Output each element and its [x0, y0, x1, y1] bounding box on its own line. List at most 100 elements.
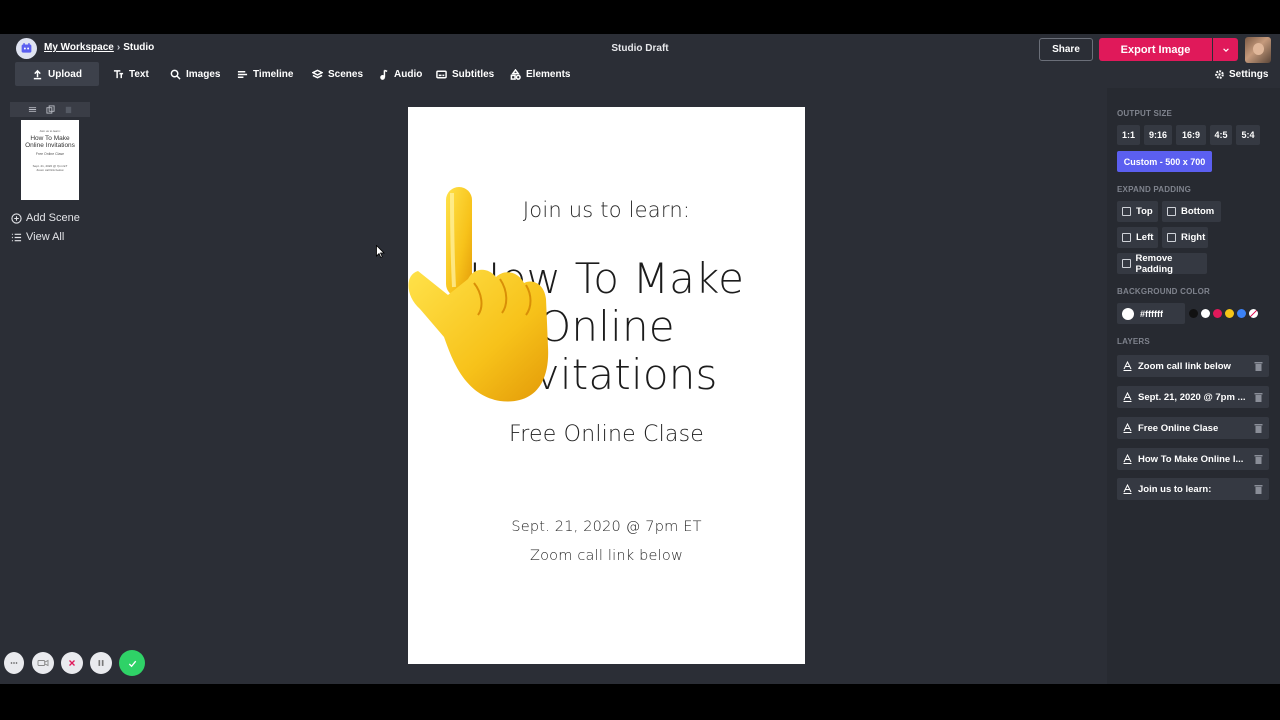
- ratio-5-4-button[interactable]: 5:4: [1236, 125, 1260, 145]
- gear-icon: [1215, 69, 1224, 79]
- user-avatar[interactable]: [1245, 37, 1271, 63]
- trash-icon[interactable]: [1254, 423, 1263, 433]
- letterbox-top: [0, 0, 1280, 34]
- breadcrumb-workspace-link[interactable]: My Workspace: [44, 42, 114, 53]
- music-note-icon: [380, 69, 388, 80]
- toolbar-upload[interactable]: Upload: [15, 62, 99, 86]
- document-title[interactable]: Studio Draft: [540, 43, 740, 54]
- background-color-label: BACKGROUND COLOR: [1117, 287, 1210, 296]
- expand-padding-label: EXPAND PADDING: [1117, 185, 1192, 194]
- swatch-white[interactable]: [1201, 309, 1210, 318]
- trash-icon[interactable]: [1254, 454, 1263, 464]
- text-layer-icon: [1123, 392, 1132, 402]
- swatch-blue[interactable]: [1237, 309, 1246, 318]
- toolbar-audio[interactable]: Audio: [372, 62, 428, 86]
- text-layer-icon: [1123, 454, 1132, 464]
- settings-button[interactable]: Settings: [1214, 62, 1268, 86]
- padding-top-checkbox[interactable]: Top: [1117, 201, 1158, 222]
- output-size-label: OUTPUT SIZE: [1117, 109, 1173, 118]
- swatch-none-icon[interactable]: [1249, 309, 1258, 318]
- subtitles-icon: [436, 70, 447, 78]
- toolbar-elements[interactable]: Elements: [504, 62, 576, 86]
- layer-item[interactable]: How To Make Online I...: [1117, 448, 1269, 470]
- breadcrumb-separator: ›: [116, 42, 121, 53]
- swatch-black[interactable]: [1189, 309, 1198, 318]
- canvas-zoom-text[interactable]: Zoom call link below: [408, 548, 805, 564]
- toolbar-subtitles-label: Subtitles: [452, 68, 495, 80]
- checkbox-icon: [1167, 233, 1176, 242]
- canvas-free-class-text[interactable]: Free Online Clase: [408, 422, 805, 447]
- toolbar-text[interactable]: Text: [107, 62, 155, 86]
- properties-panel: OUTPUT SIZE 1:1 9:16 16:9 4:5 5:4 Custom…: [1107, 88, 1280, 684]
- ratio-4-5-button[interactable]: 4:5: [1210, 125, 1232, 145]
- custom-size-button[interactable]: Custom - 500 x 700: [1117, 151, 1212, 172]
- pointing-up-hand-icon[interactable]: [408, 187, 553, 407]
- layer-item[interactable]: Zoom call link below: [1117, 355, 1269, 377]
- layer-item[interactable]: Sept. 21, 2020 @ 7pm ...: [1117, 386, 1269, 408]
- export-options-chevron-down-icon[interactable]: [1213, 38, 1238, 61]
- thumb-line-2: How To Make Online Invitations: [25, 135, 75, 149]
- padding-left-checkbox[interactable]: Left: [1117, 227, 1158, 248]
- ratio-1-1-button[interactable]: 1:1: [1117, 125, 1140, 145]
- background-hex-value: #ffffff: [1140, 308, 1163, 319]
- toolbar-images-label: Images: [186, 68, 221, 80]
- toolbar-timeline[interactable]: Timeline: [231, 62, 299, 86]
- ratio-9-16-button[interactable]: 9:16: [1144, 125, 1172, 145]
- add-scene-button[interactable]: Add Scene: [11, 212, 80, 224]
- view-all-button[interactable]: View All: [11, 231, 64, 243]
- layers-icon: [312, 69, 323, 79]
- swatch-yellow[interactable]: [1225, 309, 1234, 318]
- trash-icon[interactable]: [1254, 484, 1263, 494]
- layer-name: Zoom call link below: [1138, 360, 1231, 372]
- trash-icon[interactable]: [1254, 361, 1263, 371]
- toolbar-subtitles[interactable]: Subtitles: [430, 62, 500, 86]
- ratio-16-9-button[interactable]: 16:9: [1176, 125, 1206, 145]
- thumb-line-1: Join us to learn:: [39, 129, 61, 133]
- checkbox-icon: [1122, 207, 1131, 216]
- camera-icon[interactable]: [32, 652, 54, 674]
- more-icon[interactable]: [4, 652, 24, 674]
- toolbar-audio-label: Audio: [394, 68, 423, 80]
- layer-name: How To Make Online I...: [1138, 453, 1244, 465]
- delete-scene-icon[interactable]: [62, 104, 74, 115]
- padding-right-label: Right: [1181, 232, 1206, 243]
- reorder-icon[interactable]: [26, 104, 38, 115]
- export-image-button[interactable]: Export Image: [1099, 38, 1212, 61]
- text-icon: [113, 69, 124, 78]
- toolbar-timeline-label: Timeline: [253, 68, 294, 80]
- done-icon[interactable]: [119, 650, 145, 676]
- duplicate-icon[interactable]: [44, 104, 56, 115]
- padding-bottom-label: Bottom: [1181, 206, 1215, 217]
- toolbar-scenes[interactable]: Scenes: [306, 62, 369, 86]
- padding-bottom-checkbox[interactable]: Bottom: [1162, 201, 1221, 222]
- breadcrumb: My Workspace › Studio: [44, 42, 154, 53]
- current-color-swatch: [1122, 307, 1134, 320]
- color-swatches: [1189, 309, 1258, 318]
- cancel-icon[interactable]: [61, 652, 83, 674]
- trash-icon[interactable]: [1254, 392, 1263, 402]
- header: My Workspace › Studio Studio Draft Share E…: [0, 34, 1280, 88]
- remove-padding-label: Remove Padding: [1135, 252, 1173, 275]
- workspace-logo-icon[interactable]: [16, 38, 37, 59]
- toolbar-text-label: Text: [129, 68, 149, 80]
- canvas-date-text[interactable]: Sept. 21, 2020 @ 7pm ET: [408, 519, 805, 535]
- swatch-red[interactable]: [1213, 309, 1222, 318]
- toolbar-upload-label: Upload: [48, 68, 82, 80]
- text-layer-icon: [1123, 484, 1132, 494]
- background-color-picker[interactable]: #ffffff: [1117, 303, 1185, 324]
- thumb-line-3: Free Online Clase: [35, 152, 65, 156]
- thumb-line-5: Zoom call link below: [36, 168, 64, 172]
- share-button[interactable]: Share: [1039, 38, 1093, 61]
- layer-item[interactable]: Free Online Clase: [1117, 417, 1269, 439]
- pause-icon[interactable]: [90, 652, 112, 674]
- toolbar-images[interactable]: Images: [164, 62, 226, 86]
- upload-icon: [33, 69, 42, 79]
- scene-thumbnail[interactable]: Join us to learn: How To Make Online Inv…: [21, 120, 79, 200]
- design-canvas[interactable]: Join us to learn: How To Make Online Inv…: [408, 107, 805, 664]
- main-toolbar: Upload Text Images Timeline Scenes Audio: [0, 62, 1280, 86]
- settings-label: Settings: [1229, 68, 1269, 80]
- remove-padding-checkbox[interactable]: Remove Padding: [1117, 252, 1207, 275]
- layer-item[interactable]: Join us to learn:: [1117, 478, 1269, 500]
- padding-right-checkbox[interactable]: Right: [1162, 227, 1208, 248]
- layer-name: Sept. 21, 2020 @ 7pm ...: [1138, 391, 1246, 403]
